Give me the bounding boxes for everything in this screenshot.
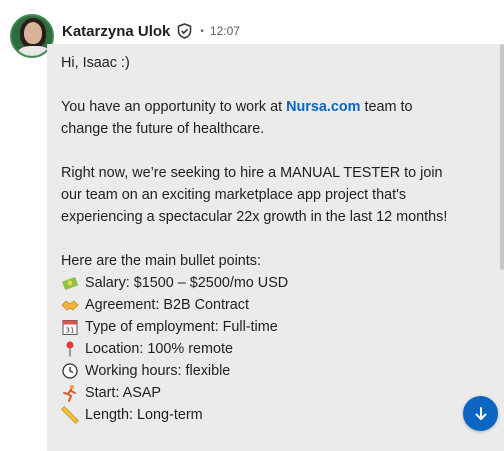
separator-dot: • [200,25,204,37]
arrow-down-icon [473,406,489,422]
list-item-employment: 31 Type of employment: Full-time [61,316,461,338]
message-header: Katarzyna Ulok • 12:07 [62,19,240,43]
list-item-location: Location: 100% remote [61,338,461,360]
sender-name[interactable]: Katarzyna Ulok [62,23,170,40]
runner-icon [61,384,79,402]
greeting-text: Hi, Isaac :) [61,55,130,71]
nursa-link[interactable]: Nursa.com [286,99,360,115]
calendar-icon: 31 [61,318,79,336]
ruler-icon [61,406,79,424]
svg-text:31: 31 [66,327,75,335]
bullets-intro: Here are the main bullet points: [61,253,261,269]
list-item-length: Length: Long-term [61,404,461,426]
paragraph-hiring: Right now, we’re seeking to hire a MANUA… [61,165,448,225]
list-item-start: Start: ASAP [61,382,461,404]
message-time: 12:07 [209,24,240,38]
scrollbar[interactable] [500,44,504,270]
list-item-hours: Working hours: flexible [61,360,461,382]
scroll-to-bottom-button[interactable] [463,396,498,431]
handshake-icon [61,296,79,314]
list-item-salary: Salary: $1500 – $2500/mo USD [61,272,461,294]
verified-shield-icon [177,23,192,39]
list-item-agreement: Agreement: B2B Contract [61,294,461,316]
paragraph-opportunity: You have an opportunity to work at Nursa… [61,99,413,137]
clock-icon [61,362,79,380]
message-body: Hi, Isaac :) You have an opportunity to … [61,52,461,426]
money-icon [61,274,79,292]
pin-icon [61,340,79,358]
